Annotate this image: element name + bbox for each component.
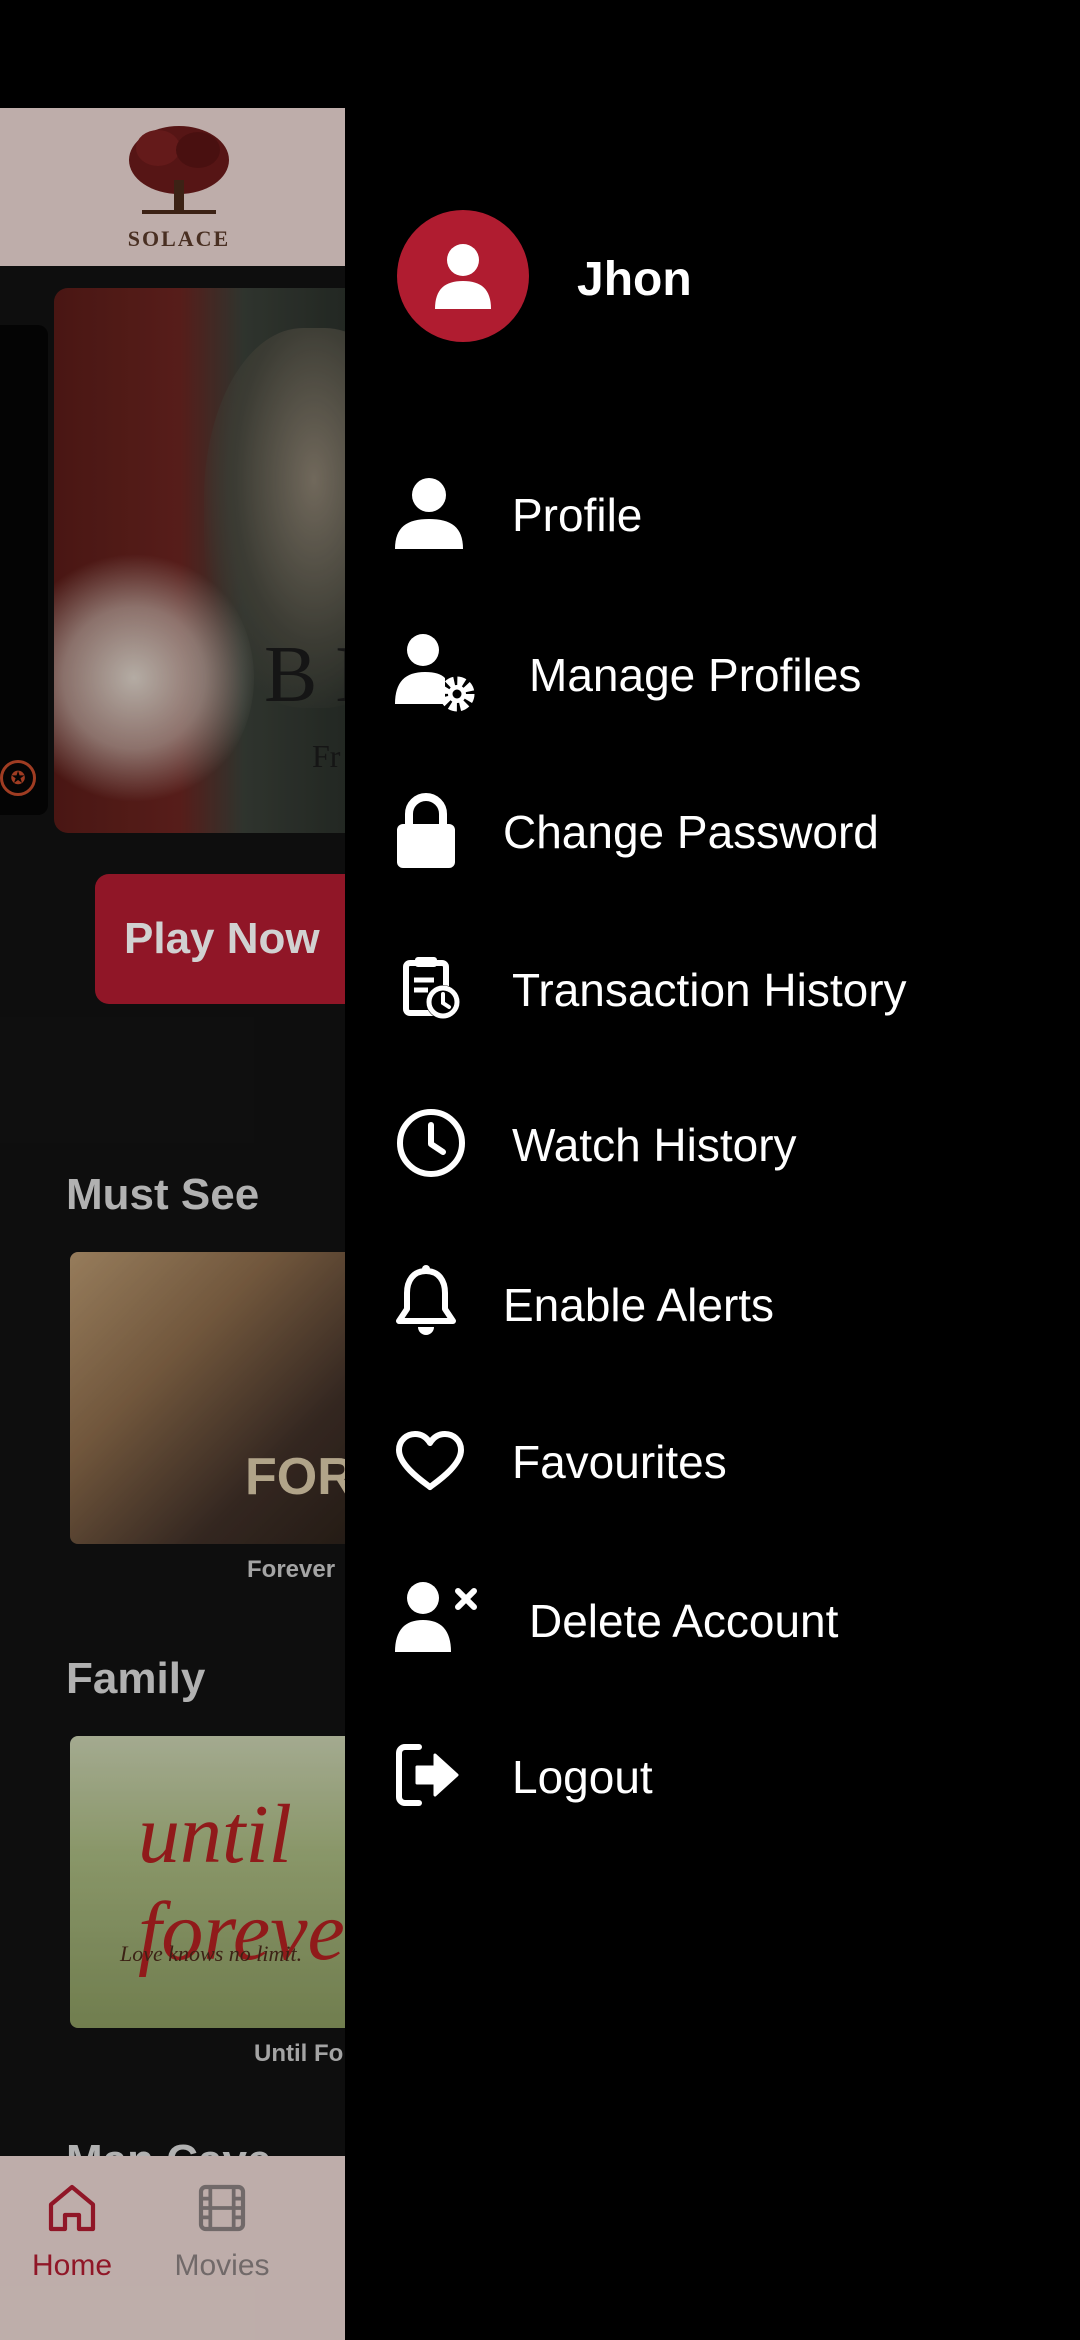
menu-label: Change Password xyxy=(503,806,879,858)
menu-label: Profile xyxy=(512,489,643,541)
menu-item-delete-account[interactable]: Delete Account xyxy=(345,1558,1080,1678)
menu-label: Logout xyxy=(512,1751,653,1803)
menu-item-change-password[interactable]: Change Password xyxy=(345,770,1080,890)
user-avatar[interactable] xyxy=(397,210,529,342)
menu-item-enable-alerts[interactable]: Enable Alerts xyxy=(345,1243,1080,1363)
bell-icon xyxy=(396,1265,456,1335)
menu-label: Transaction History xyxy=(512,964,907,1016)
menu-item-transaction-history[interactable]: Transaction History xyxy=(345,928,1080,1048)
clipboard-clock-icon xyxy=(403,957,460,1019)
menu-item-manage-profiles[interactable]: Manage Profiles xyxy=(345,612,1080,732)
menu-item-favourites[interactable]: Favourites xyxy=(345,1400,1080,1520)
menu-label: Enable Alerts xyxy=(503,1279,775,1331)
user-x-icon xyxy=(395,1582,477,1652)
menu-item-profile[interactable]: Profile xyxy=(345,455,1080,575)
menu-item-watch-history[interactable]: Watch History xyxy=(345,1085,1080,1205)
menu-label: Delete Account xyxy=(529,1595,839,1647)
user-avatar-icon xyxy=(435,244,491,309)
heart-icon xyxy=(396,1431,464,1490)
user-icon xyxy=(395,478,463,549)
navigation-drawer: Jhon Profile Manage Profiles Change Pass… xyxy=(345,0,1080,2340)
clock-icon xyxy=(397,1109,465,1177)
lock-icon xyxy=(397,793,455,868)
user-gear-icon xyxy=(395,634,475,712)
menu-label: Manage Profiles xyxy=(529,649,862,701)
menu-label: Watch History xyxy=(512,1119,797,1171)
menu-item-logout[interactable]: Logout xyxy=(345,1715,1080,1835)
logout-icon xyxy=(396,1744,459,1806)
user-name: Jhon xyxy=(577,253,692,306)
menu-label: Favourites xyxy=(512,1436,727,1488)
